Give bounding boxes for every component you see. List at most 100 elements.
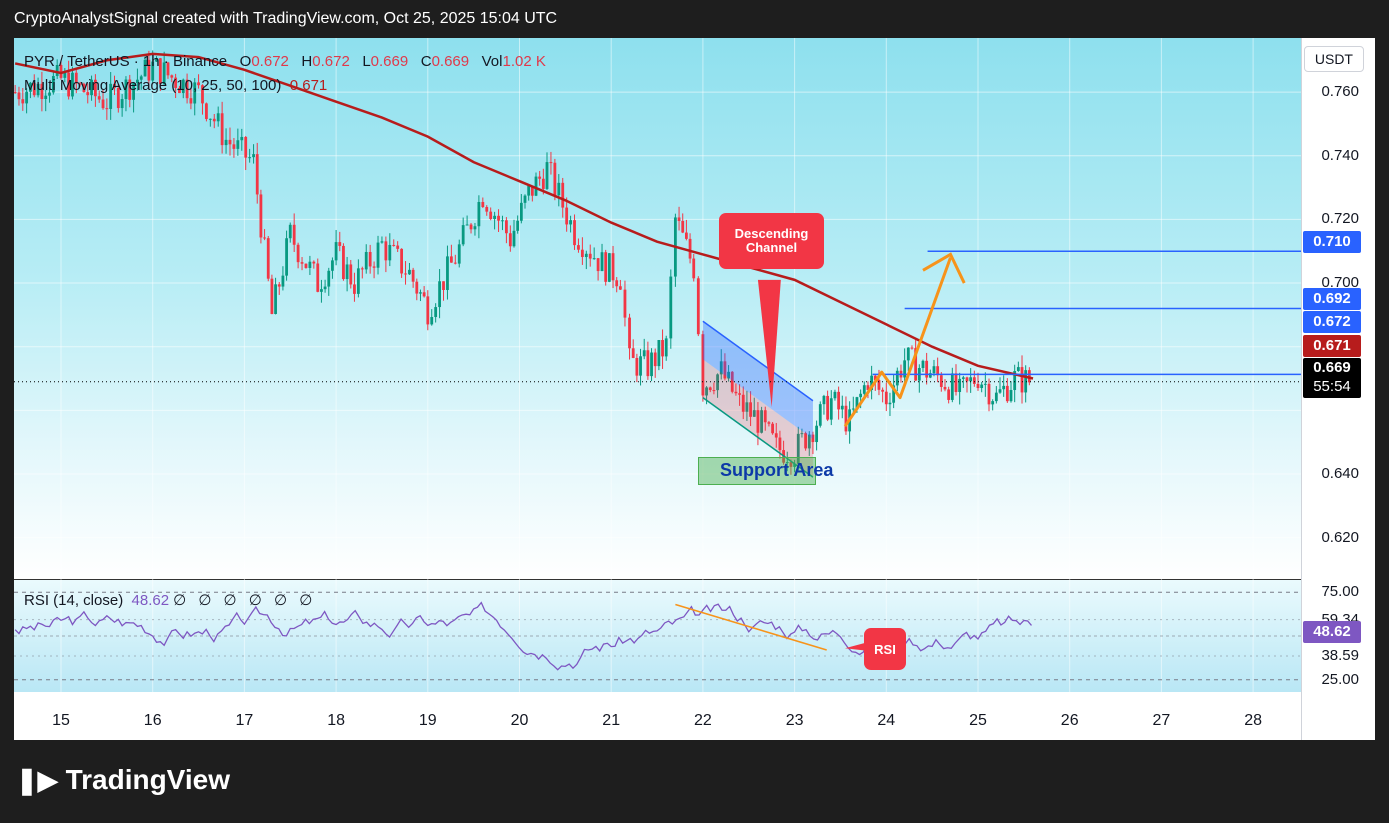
candle-body	[232, 144, 236, 149]
candle-body	[252, 154, 255, 158]
candle-body	[1020, 367, 1024, 393]
candle-body	[588, 253, 592, 259]
candle-body	[212, 118, 216, 122]
candle-body	[895, 370, 899, 386]
candle-body	[372, 266, 376, 268]
candle-body	[692, 258, 696, 279]
candle-body	[972, 377, 976, 384]
candle-body	[430, 317, 434, 325]
candle-body	[368, 251, 372, 267]
candle-body	[446, 256, 449, 290]
candle-body	[353, 284, 356, 294]
candle-body	[623, 289, 627, 318]
candle-body	[592, 258, 596, 260]
candle-body	[664, 338, 668, 357]
candle-body	[657, 340, 661, 367]
candle-body	[1005, 385, 1009, 402]
current-price-tag: 0.669 55:54	[1303, 358, 1361, 398]
chart-credit: CryptoAnalystSignal created with Trading…	[14, 10, 558, 27]
candle-body	[485, 207, 489, 212]
rsi-tick-label: 38.59	[1321, 646, 1359, 664]
date-tick-label: 19	[418, 712, 437, 729]
candle-body	[281, 275, 285, 287]
candle-body	[380, 241, 384, 243]
candle-body	[364, 251, 368, 270]
candle-body	[947, 389, 951, 400]
high-value: 0.672	[312, 53, 350, 70]
candle-body	[541, 178, 545, 189]
price-tick-label: 0.640	[1321, 464, 1359, 482]
candle-body	[327, 270, 331, 287]
date-tick-label: 24	[877, 712, 896, 729]
candle-body	[580, 249, 584, 258]
candle-body	[516, 220, 520, 231]
candle-body	[14, 92, 17, 94]
candle-body	[189, 98, 193, 104]
candle-body	[669, 276, 673, 339]
candle-body	[584, 253, 588, 258]
currency-button[interactable]: USDT	[1303, 46, 1364, 72]
candle-body	[285, 238, 288, 276]
candle-body	[969, 377, 973, 382]
price-tag-672: 0.672	[1303, 311, 1361, 333]
rsi-value: 48.62	[131, 592, 170, 609]
candle-body	[681, 220, 685, 233]
chart-canvas[interactable]	[14, 38, 1301, 740]
candle-body	[105, 108, 109, 110]
candle-body	[248, 157, 252, 159]
candle-body	[635, 357, 639, 376]
close-value: 0.669	[431, 53, 470, 70]
symbol-label[interactable]: PYR / TetherUS · 1h · Binance	[24, 53, 227, 70]
volume-label: Vol	[481, 53, 503, 70]
date-tick-label: 15	[52, 712, 70, 729]
candle-body	[910, 347, 914, 349]
candle-body	[833, 391, 837, 399]
candle-body	[646, 350, 650, 377]
candle-body	[224, 139, 228, 146]
candle-body	[545, 162, 549, 189]
tv-logo-icon: ❚▶	[16, 765, 58, 795]
price-tick-label: 0.720	[1321, 210, 1359, 228]
candle-body	[244, 136, 248, 158]
price-tick-label: 0.740	[1321, 146, 1359, 164]
candle-body	[396, 245, 400, 249]
candle-body	[469, 224, 473, 230]
candle-body	[120, 99, 124, 109]
open-value: 0.672	[251, 53, 289, 70]
current-price: 0.669	[1313, 359, 1351, 376]
candle-body	[400, 248, 403, 274]
candle-body	[334, 242, 338, 261]
rsi-label[interactable]: RSI (14, close)	[24, 592, 123, 609]
candle-body	[932, 366, 936, 374]
candle-body	[312, 261, 316, 264]
date-tick-label: 23	[785, 712, 804, 729]
candle-body	[320, 289, 323, 292]
ma-label[interactable]: Multi Moving Average (10, 25, 50, 100)	[24, 77, 281, 94]
date-tick-label: 20	[510, 712, 529, 729]
tradingview-logo[interactable]: ❚▶ TradingView	[16, 764, 230, 796]
rsi-legend: RSI (14, close) 48.62 ∅ ∅ ∅ ∅ ∅ ∅	[24, 591, 316, 609]
descending-channel-callout: Descending Channel	[719, 213, 824, 269]
date-tick-label: 25	[969, 712, 987, 729]
candle-body	[604, 252, 608, 282]
candle-body	[426, 296, 430, 325]
candle-body	[220, 113, 224, 146]
candle-body	[205, 103, 208, 120]
date-tick-label: 26	[1060, 712, 1079, 729]
candle-body	[408, 269, 411, 275]
rsi-tick-label: 25.00	[1321, 670, 1359, 688]
candle-body	[434, 307, 438, 318]
candle-body	[473, 226, 477, 230]
date-tick-label: 18	[327, 712, 345, 729]
candle-body	[384, 241, 388, 261]
candle-body	[216, 113, 220, 122]
candle-body	[684, 232, 688, 239]
candle-body	[259, 194, 263, 238]
candle-body	[980, 384, 984, 389]
candle-body	[859, 393, 863, 398]
chart-frame[interactable]: Support Area Descending Channel RSI PYR …	[14, 38, 1375, 740]
candle-body	[481, 201, 485, 208]
candle-body	[422, 292, 426, 297]
candle-body	[449, 256, 453, 263]
high-label: H	[301, 53, 313, 70]
